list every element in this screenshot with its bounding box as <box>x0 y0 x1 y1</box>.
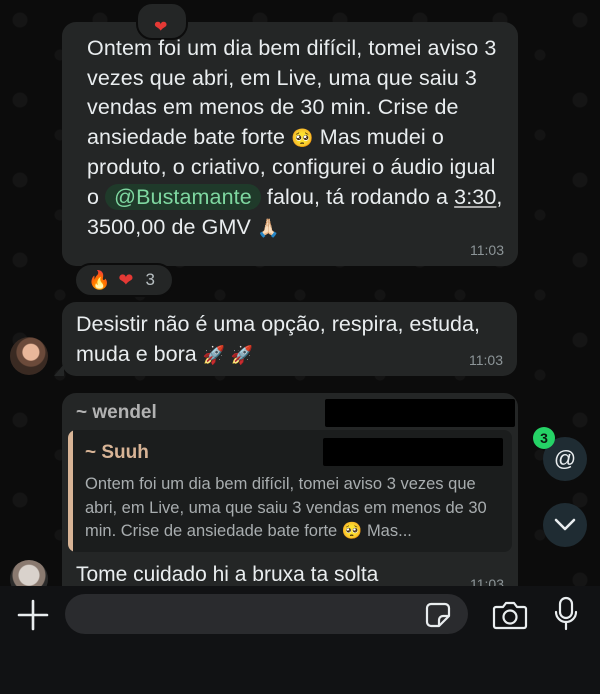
message-bubble[interactable]: ~ wendel ~ Suuh Ontem foi um dia bem dif… <box>62 393 518 586</box>
plus-icon[interactable] <box>16 598 50 632</box>
time-link[interactable]: 3:30 <box>454 185 496 209</box>
microphone-icon[interactable] <box>553 596 579 632</box>
chat-area[interactable]: ❤ Ontem foi um dia bem difícil, tomei av… <box>0 0 600 586</box>
message-time: 11:03 <box>469 352 503 368</box>
scroll-down-button[interactable] <box>543 503 587 547</box>
avatar[interactable] <box>10 560 48 586</box>
message-text: Desistir não é uma opção, respira, estud… <box>76 309 496 371</box>
message-text-part: Desistir não é uma opção, respira, estud… <box>76 312 480 366</box>
message-input[interactable] <box>65 594 468 634</box>
composer-bar <box>0 586 600 694</box>
bubble-tail <box>54 364 64 376</box>
message-time: 11:03 <box>470 576 504 586</box>
mention-link[interactable]: @Bustamante <box>105 183 261 210</box>
avatar[interactable] <box>10 337 48 375</box>
quoted-text: Ontem foi um dia bem difícil, tomei avis… <box>85 475 487 540</box>
redacted-phone <box>323 438 503 466</box>
camera-icon[interactable] <box>492 600 528 630</box>
message-text: Ontem foi um dia bem difícil, tomei avis… <box>87 34 507 243</box>
message-bubble[interactable]: Desistir não é uma opção, respira, estud… <box>54 302 517 376</box>
quote-bar <box>68 430 73 552</box>
reaction-count: 3 <box>145 270 155 289</box>
mention-count-badge: 3 <box>533 427 555 449</box>
heart-icon: ❤ <box>118 269 134 290</box>
folded-hands-emoji: 🙏🏻 <box>257 217 280 239</box>
message-text-part: falou, tá rodando a <box>260 184 455 209</box>
message-time: 11:03 <box>470 242 504 258</box>
message-bubble[interactable]: ❤ Ontem foi um dia bem difícil, tomei av… <box>62 2 518 266</box>
sender-name[interactable]: ~ wendel <box>76 402 157 424</box>
message-text: Tome cuidado hi a bruxa ta solta <box>76 563 379 586</box>
fire-icon: 🔥 <box>88 269 111 290</box>
sticker-icon[interactable] <box>425 602 451 628</box>
rocket-emoji: 🚀 🚀 <box>202 345 254 366</box>
pleading-face-emoji: 🥺 <box>291 127 314 149</box>
quoted-sender: ~ Suuh <box>85 442 149 463</box>
at-icon: @ <box>553 446 577 471</box>
redacted-phone <box>325 399 515 427</box>
quoted-message[interactable]: ~ Suuh Ontem foi um dia bem difícil, tom… <box>68 430 512 552</box>
reactions-pill[interactable]: 🔥 ❤ 3 <box>74 263 174 297</box>
chevron-down-icon <box>554 518 576 531</box>
